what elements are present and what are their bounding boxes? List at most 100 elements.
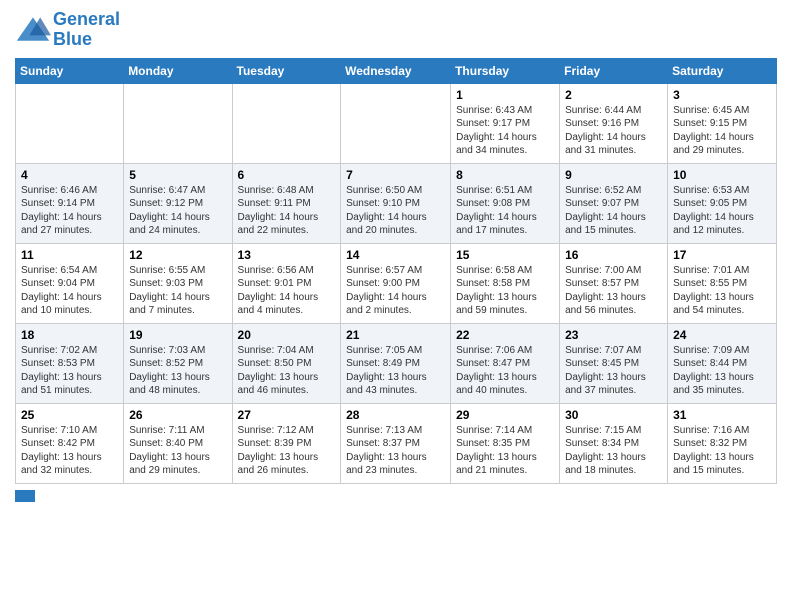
day-header-thursday: Thursday: [451, 58, 560, 83]
day-number: 5: [129, 168, 226, 182]
day-number: 10: [673, 168, 771, 182]
week-row-5: 25 Sunrise: 7:10 AM Sunset: 8:42 PM Dayli…: [16, 403, 777, 483]
day-info: Sunrise: 6:44 AM Sunset: 9:16 PM Dayligh…: [565, 104, 662, 158]
week-row-2: 4 Sunrise: 6:46 AM Sunset: 9:14 PM Daylig…: [16, 163, 777, 243]
day-info: Sunrise: 7:16 AM Sunset: 8:32 PM Dayligh…: [673, 424, 771, 478]
day-info: Sunrise: 6:55 AM Sunset: 9:03 PM Dayligh…: [129, 264, 226, 318]
day-number: 20: [238, 328, 336, 342]
day-info: Sunrise: 7:13 AM Sunset: 8:37 PM Dayligh…: [346, 424, 445, 478]
day-number: 28: [346, 408, 445, 422]
day-info: Sunrise: 7:06 AM Sunset: 8:47 PM Dayligh…: [456, 344, 554, 398]
calendar-cell-w2-d7: 10 Sunrise: 6:53 AM Sunset: 9:05 PM Dayli…: [668, 163, 777, 243]
logo-icon: [15, 15, 51, 45]
calendar-cell-w3-d4: 14 Sunrise: 6:57 AM Sunset: 9:00 PM Dayli…: [341, 243, 451, 323]
calendar-cell-w3-d2: 12 Sunrise: 6:55 AM Sunset: 9:03 PM Dayli…: [124, 243, 232, 323]
day-number: 9: [565, 168, 662, 182]
day-info: Sunrise: 6:48 AM Sunset: 9:11 PM Dayligh…: [238, 184, 336, 238]
day-info: Sunrise: 6:54 AM Sunset: 9:04 PM Dayligh…: [21, 264, 118, 318]
logo: General Blue: [15, 10, 120, 50]
calendar-cell-w1-d5: 1 Sunrise: 6:43 AM Sunset: 9:17 PM Daylig…: [451, 83, 560, 163]
calendar-cell-w4-d5: 22 Sunrise: 7:06 AM Sunset: 8:47 PM Dayli…: [451, 323, 560, 403]
day-info: Sunrise: 7:14 AM Sunset: 8:35 PM Dayligh…: [456, 424, 554, 478]
day-number: 15: [456, 248, 554, 262]
calendar-cell-w1-d6: 2Sunrise: 6:44 AM Sunset: 9:16 PM Daylig…: [560, 83, 668, 163]
day-number: 8: [456, 168, 554, 182]
day-info: Sunrise: 7:02 AM Sunset: 8:53 PM Dayligh…: [21, 344, 118, 398]
day-number: 7: [346, 168, 445, 182]
day-info: Sunrise: 6:46 AM Sunset: 9:14 PM Dayligh…: [21, 184, 118, 238]
day-info: Sunrise: 7:12 AM Sunset: 8:39 PM Dayligh…: [238, 424, 336, 478]
calendar-cell-w1-d2: [124, 83, 232, 163]
calendar-cell-w3-d3: 13Sunrise: 6:56 AM Sunset: 9:01 PM Dayli…: [232, 243, 341, 323]
page: General Blue Sunday Monday Tuesday Wedne…: [0, 0, 792, 612]
logo-blue: Blue: [53, 29, 92, 49]
day-info: Sunrise: 6:50 AM Sunset: 9:10 PM Dayligh…: [346, 184, 445, 238]
day-info: Sunrise: 6:57 AM Sunset: 9:00 PM Dayligh…: [346, 264, 445, 318]
day-number: 25: [21, 408, 118, 422]
day-info: Sunrise: 6:52 AM Sunset: 9:07 PM Dayligh…: [565, 184, 662, 238]
legend-color-box: [15, 490, 35, 502]
legend: [15, 490, 777, 502]
calendar-cell-w5-d6: 30 Sunrise: 7:15 AM Sunset: 8:34 PM Dayli…: [560, 403, 668, 483]
day-info: Sunrise: 7:07 AM Sunset: 8:45 PM Dayligh…: [565, 344, 662, 398]
logo-general: General: [53, 9, 120, 29]
calendar-cell-w5-d7: 31 Sunrise: 7:16 AM Sunset: 8:32 PM Dayli…: [668, 403, 777, 483]
day-number: 22: [456, 328, 554, 342]
week-row-1: 1 Sunrise: 6:43 AM Sunset: 9:17 PM Daylig…: [16, 83, 777, 163]
calendar-cell-w1-d7: 3Sunrise: 6:45 AM Sunset: 9:15 PM Daylig…: [668, 83, 777, 163]
day-number: 19: [129, 328, 226, 342]
day-info: Sunrise: 7:10 AM Sunset: 8:42 PM Dayligh…: [21, 424, 118, 478]
day-number: 11: [21, 248, 118, 262]
header: General Blue: [15, 10, 777, 50]
calendar-cell-w5-d1: 25 Sunrise: 7:10 AM Sunset: 8:42 PM Dayli…: [16, 403, 124, 483]
day-number: 30: [565, 408, 662, 422]
week-row-3: 11 Sunrise: 6:54 AM Sunset: 9:04 PM Dayli…: [16, 243, 777, 323]
day-info: Sunrise: 6:53 AM Sunset: 9:05 PM Dayligh…: [673, 184, 771, 238]
day-info: Sunrise: 7:05 AM Sunset: 8:49 PM Dayligh…: [346, 344, 445, 398]
calendar-cell-w5-d5: 29 Sunrise: 7:14 AM Sunset: 8:35 PM Dayli…: [451, 403, 560, 483]
day-info: Sunrise: 7:09 AM Sunset: 8:44 PM Dayligh…: [673, 344, 771, 398]
calendar-cell-w2-d2: 5Sunrise: 6:47 AM Sunset: 9:12 PM Daylig…: [124, 163, 232, 243]
calendar-cell-w4-d2: 19 Sunrise: 7:03 AM Sunset: 8:52 PM Dayli…: [124, 323, 232, 403]
day-info: Sunrise: 6:43 AM Sunset: 9:17 PM Dayligh…: [456, 104, 554, 158]
days-row: Sunday Monday Tuesday Wednesday Thursday…: [16, 58, 777, 83]
calendar-cell-w2-d1: 4 Sunrise: 6:46 AM Sunset: 9:14 PM Daylig…: [16, 163, 124, 243]
calendar-cell-w2-d3: 6Sunrise: 6:48 AM Sunset: 9:11 PM Daylig…: [232, 163, 341, 243]
day-number: 24: [673, 328, 771, 342]
calendar-cell-w1-d3: [232, 83, 341, 163]
day-header-tuesday: Tuesday: [232, 58, 341, 83]
calendar-cell-w5-d2: 26Sunrise: 7:11 AM Sunset: 8:40 PM Dayli…: [124, 403, 232, 483]
calendar-cell-w2-d5: 8 Sunrise: 6:51 AM Sunset: 9:08 PM Daylig…: [451, 163, 560, 243]
day-number: 3: [673, 88, 771, 102]
calendar-cell-w1-d1: [16, 83, 124, 163]
calendar-cell-w4-d6: 23 Sunrise: 7:07 AM Sunset: 8:45 PM Dayli…: [560, 323, 668, 403]
day-info: Sunrise: 6:56 AM Sunset: 9:01 PM Dayligh…: [238, 264, 336, 318]
logo-text: General Blue: [53, 10, 120, 50]
day-number: 12: [129, 248, 226, 262]
calendar-cell-w4-d7: 24 Sunrise: 7:09 AM Sunset: 8:44 PM Dayli…: [668, 323, 777, 403]
day-info: Sunrise: 7:01 AM Sunset: 8:55 PM Dayligh…: [673, 264, 771, 318]
day-number: 4: [21, 168, 118, 182]
day-number: 23: [565, 328, 662, 342]
day-info: Sunrise: 6:58 AM Sunset: 8:58 PM Dayligh…: [456, 264, 554, 318]
calendar-cell-w2-d6: 9 Sunrise: 6:52 AM Sunset: 9:07 PM Daylig…: [560, 163, 668, 243]
day-number: 21: [346, 328, 445, 342]
calendar-cell-w1-d4: [341, 83, 451, 163]
calendar-cell-w3-d6: 16Sunrise: 7:00 AM Sunset: 8:57 PM Dayli…: [560, 243, 668, 323]
day-info: Sunrise: 7:03 AM Sunset: 8:52 PM Dayligh…: [129, 344, 226, 398]
day-header-sunday: Sunday: [16, 58, 124, 83]
calendar-cell-w4-d4: 21 Sunrise: 7:05 AM Sunset: 8:49 PM Dayli…: [341, 323, 451, 403]
calendar-body: 1 Sunrise: 6:43 AM Sunset: 9:17 PM Daylig…: [16, 83, 777, 483]
day-info: Sunrise: 7:15 AM Sunset: 8:34 PM Dayligh…: [565, 424, 662, 478]
day-number: 14: [346, 248, 445, 262]
calendar-cell-w4-d1: 18Sunrise: 7:02 AM Sunset: 8:53 PM Dayli…: [16, 323, 124, 403]
day-info: Sunrise: 6:51 AM Sunset: 9:08 PM Dayligh…: [456, 184, 554, 238]
calendar-cell-w3-d5: 15 Sunrise: 6:58 AM Sunset: 8:58 PM Dayli…: [451, 243, 560, 323]
day-number: 26: [129, 408, 226, 422]
day-number: 1: [456, 88, 554, 102]
day-number: 31: [673, 408, 771, 422]
calendar-header: Sunday Monday Tuesday Wednesday Thursday…: [16, 58, 777, 83]
day-number: 29: [456, 408, 554, 422]
calendar-cell-w3-d7: 17Sunrise: 7:01 AM Sunset: 8:55 PM Dayli…: [668, 243, 777, 323]
calendar-cell-w3-d1: 11 Sunrise: 6:54 AM Sunset: 9:04 PM Dayli…: [16, 243, 124, 323]
